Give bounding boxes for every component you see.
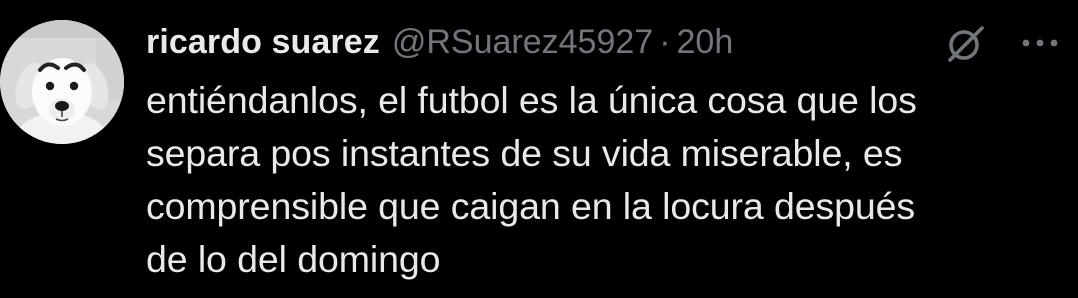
author-handle[interactable]: @RSuarez45927 bbox=[392, 23, 653, 62]
tweet-timestamp[interactable]: 20h bbox=[677, 23, 734, 62]
tweet-text-line: de lo del domingo bbox=[146, 238, 441, 280]
grok-icon[interactable] bbox=[944, 22, 988, 66]
tweet-text-line: comprensible que caigan en la locura des… bbox=[146, 185, 916, 227]
more-icon[interactable] bbox=[1018, 28, 1062, 58]
avatar[interactable] bbox=[0, 20, 124, 144]
tweet-text-line: entiéndanlos, el futbol es la única cosa… bbox=[146, 79, 917, 121]
tweet-card[interactable]: ricardo suarez @RSuarez45927 · 20h entié… bbox=[0, 0, 1078, 298]
tweet-header: ricardo suarez @RSuarez45927 · 20h bbox=[146, 16, 733, 68]
tweet-text: entiéndanlos, el futbol es la única cosa… bbox=[146, 74, 1066, 286]
author-display-name[interactable]: ricardo suarez bbox=[146, 23, 380, 62]
header-separator: · bbox=[659, 22, 671, 61]
dog-avatar-icon bbox=[0, 20, 124, 144]
tweet-text-line: separa pos instantes de su vida miserabl… bbox=[146, 132, 903, 174]
